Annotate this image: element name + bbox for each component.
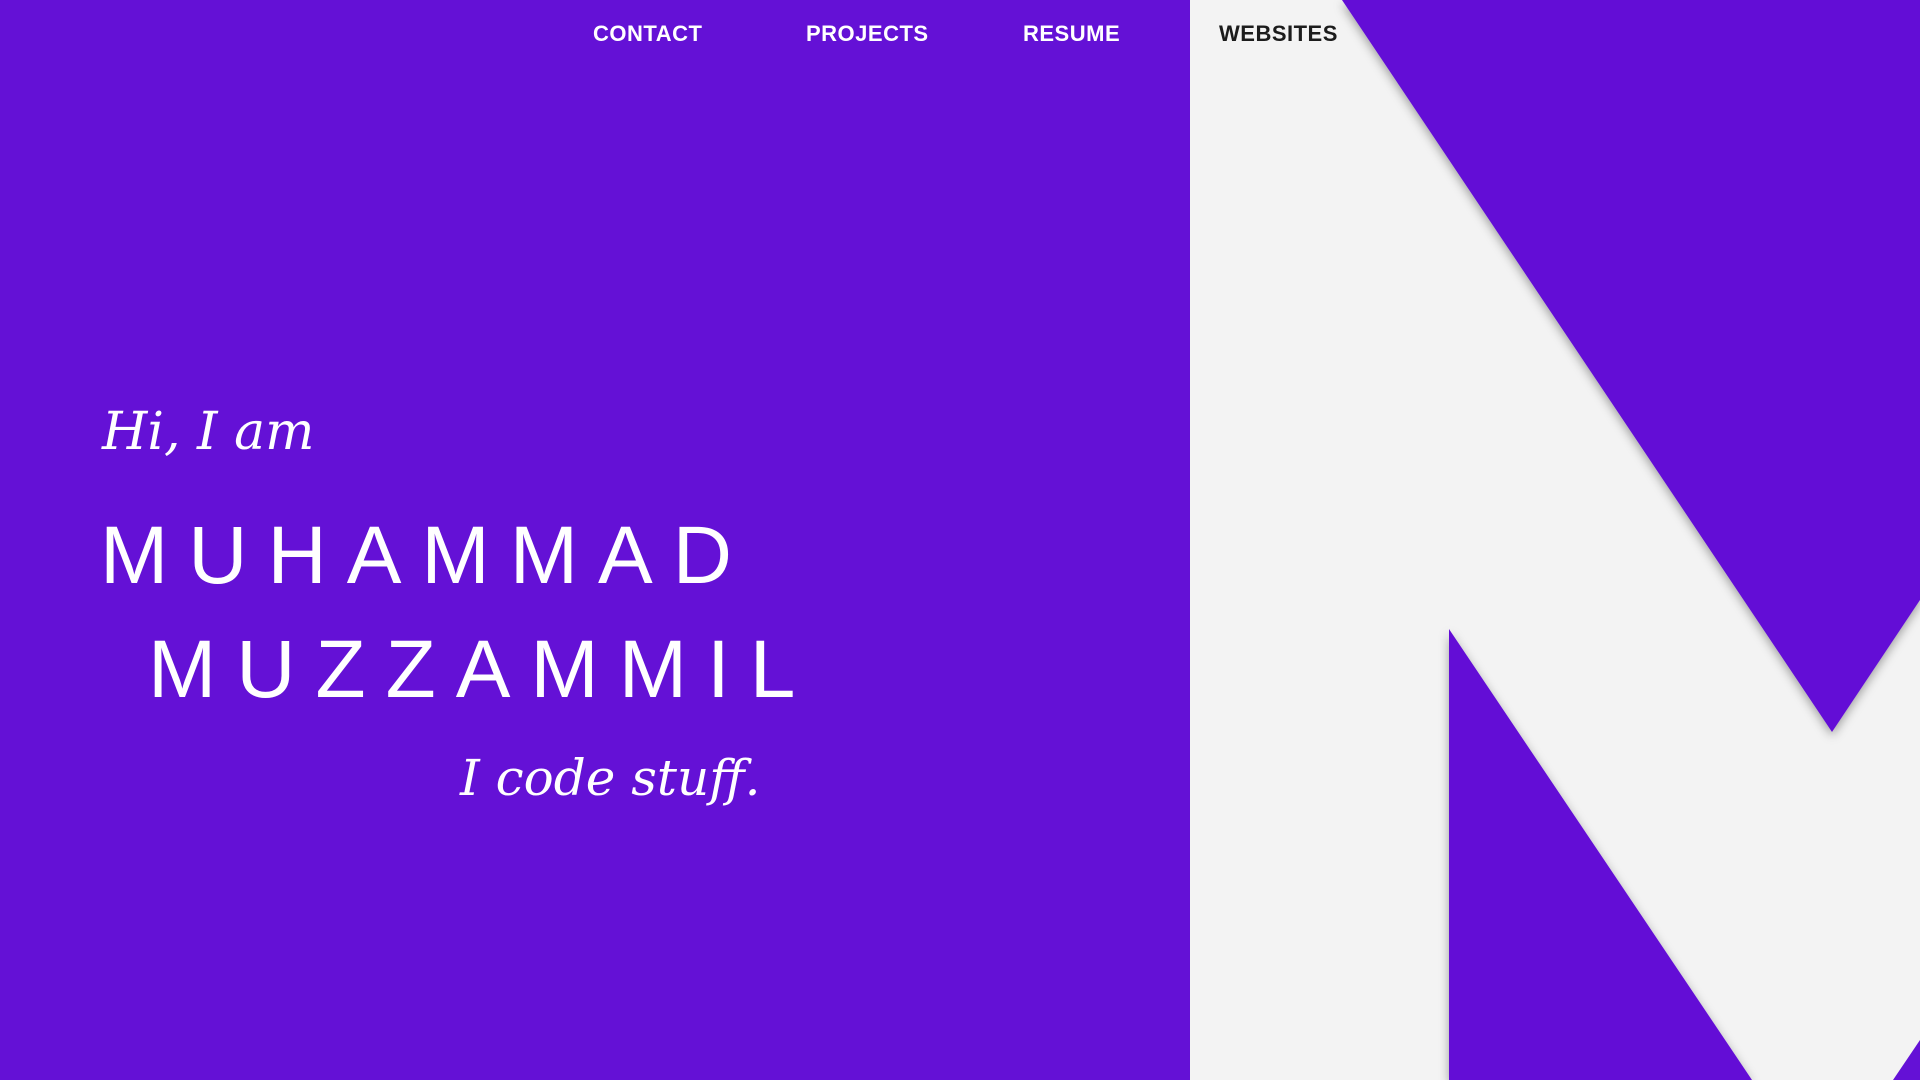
hero-tagline: I code stuff. (460, 749, 761, 807)
nav-websites-link[interactable]: WEBSITES (1219, 16, 1338, 52)
hero-greeting: Hi, I am (102, 402, 315, 462)
hero-last-name: MUZZAMMIL (148, 624, 816, 715)
nav-resume-link[interactable]: RESUME (1023, 16, 1120, 52)
top-nav: CONTACT PROJECTS RESUME WEBSITES (0, 16, 1920, 56)
hero-first-name: MUHAMMAD (100, 510, 752, 601)
page: CONTACT PROJECTS RESUME WEBSITES Hi, I a… (0, 0, 1920, 1080)
nav-projects-link[interactable]: PROJECTS (806, 16, 929, 52)
nav-contact-link[interactable]: CONTACT (593, 16, 702, 52)
